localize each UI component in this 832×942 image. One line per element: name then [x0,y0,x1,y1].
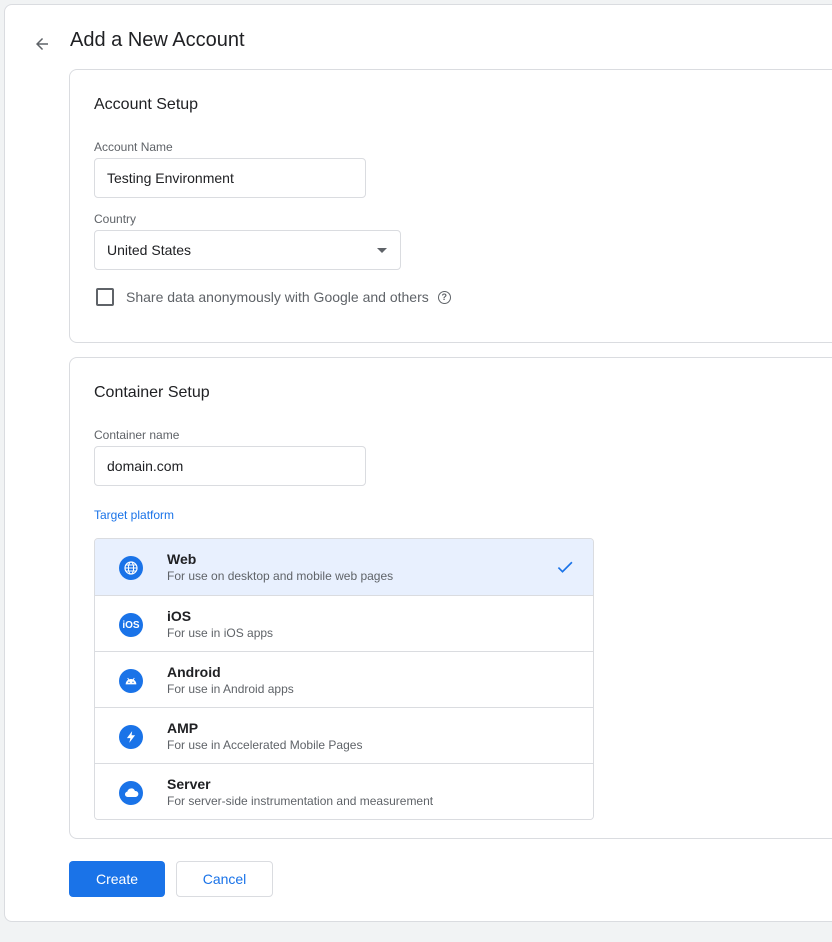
page-card: Add a New Account Account Setup Account … [4,4,832,922]
help-icon[interactable]: ? [437,290,451,304]
platform-option-android[interactable]: Android For use in Android apps [95,651,593,707]
country-selected-value: United States [107,242,192,258]
platform-option-server[interactable]: Server For server-side instrumentation a… [95,763,593,819]
account-setup-card: Account Setup Account Name Country Unite… [69,69,832,343]
globe-icon [119,556,143,580]
platform-option-web[interactable]: Web For use on desktop and mobile web pa… [95,539,593,595]
platform-option-amp[interactable]: AMP For use in Accelerated Mobile Pages [95,707,593,763]
back-arrow-icon[interactable] [29,31,55,57]
platform-desc: For use in iOS apps [167,626,274,640]
platform-list: Web For use on desktop and mobile web pa… [94,538,594,820]
container-name-label: Container name [94,428,180,442]
share-data-checkbox[interactable] [96,288,114,306]
platform-desc: For use in Android apps [167,682,294,696]
platform-name: AMP [167,720,199,736]
cancel-button[interactable]: Cancel [176,861,273,897]
platform-name: Server [167,776,211,792]
container-setup-card: Container Setup Container name Target pl… [69,357,832,839]
account-name-input[interactable] [94,158,366,198]
container-name-input[interactable] [94,446,366,486]
create-button[interactable]: Create [69,861,165,897]
share-data-row: Share data anonymously with Google and o… [96,288,451,306]
platform-name: Web [167,551,197,567]
account-setup-title: Account Setup [94,96,199,113]
share-data-label: Share data anonymously with Google and o… [126,289,429,305]
account-name-label: Account Name [94,140,173,154]
ios-icon: iOS [119,613,143,637]
country-select[interactable]: United States [94,230,401,270]
platform-option-ios[interactable]: iOS iOS For use in iOS apps [95,595,593,651]
container-setup-title: Container Setup [94,384,210,401]
cloud-icon [119,781,143,805]
platform-desc: For use in Accelerated Mobile Pages [167,738,363,752]
platform-desc: For use on desktop and mobile web pages [167,569,394,583]
dropdown-caret-icon [377,248,387,253]
android-icon [119,669,143,693]
country-label: Country [94,212,137,226]
amp-bolt-icon [119,725,143,749]
target-platform-label: Target platform [94,508,175,522]
checkmark-icon [555,557,575,582]
platform-name: iOS [167,608,192,624]
page-title: Add a New Account [70,29,245,51]
platform-desc: For server-side instrumentation and meas… [167,794,434,808]
platform-name: Android [167,664,221,680]
